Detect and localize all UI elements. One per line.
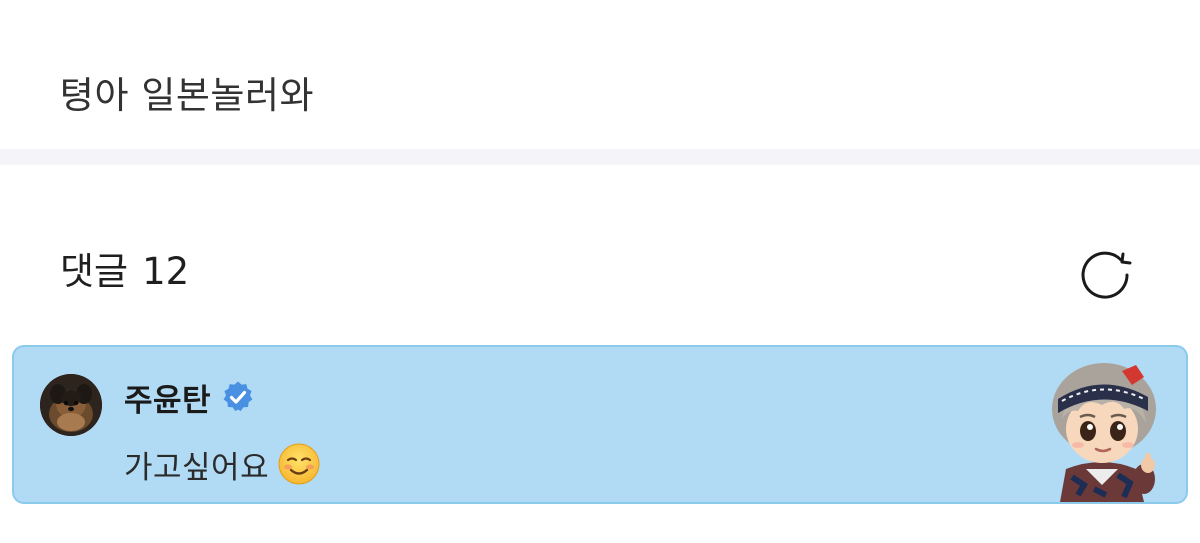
highlighted-comment[interactable]: 주윤탄 가고싶어요 bbox=[12, 345, 1188, 504]
comment-text: 가고싶어요 bbox=[124, 449, 270, 486]
avatar[interactable] bbox=[40, 374, 102, 436]
comments-count: 12 bbox=[142, 250, 190, 293]
refresh-icon bbox=[1081, 251, 1132, 299]
comment-body: 가고싶어요 bbox=[124, 441, 321, 487]
section-divider bbox=[0, 149, 1200, 165]
comments-label: 댓글 bbox=[60, 250, 129, 293]
comment-author-name[interactable]: 주윤탄 bbox=[124, 375, 211, 420]
dog-avatar-image bbox=[40, 374, 102, 436]
refresh-button[interactable] bbox=[1079, 249, 1135, 301]
comments-header: 댓글 12 bbox=[60, 248, 189, 296]
character-sticker bbox=[1052, 363, 1156, 502]
smiling-face-icon bbox=[278, 443, 320, 485]
post-detail-screen: 텽아 일본놀러와 댓글 12 주윤탄 가고싶어요 bbox=[0, 0, 1200, 543]
post-text: 텽아 일본놀러와 bbox=[60, 74, 315, 117]
comment-author-row: 주윤탄 bbox=[124, 375, 255, 419]
verified-badge-icon bbox=[223, 381, 253, 412]
